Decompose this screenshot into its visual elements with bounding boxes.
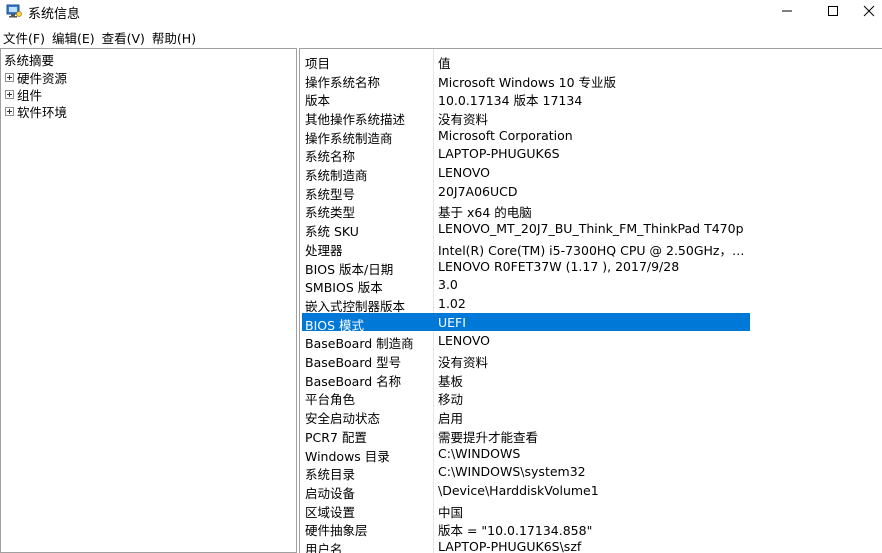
row-value: LENOVO <box>438 333 491 349</box>
table-row[interactable]: 其他操作系统描述 没有资料 <box>302 107 750 127</box>
row-value: UEFI <box>438 314 466 330</box>
system-info-icon <box>6 4 22 18</box>
table-row[interactable]: 系统制造商 LENOVO <box>302 163 750 183</box>
row-value: Microsoft Corporation <box>438 127 573 143</box>
row-value: 1.02 <box>438 295 466 311</box>
row-value: LENOVO <box>438 165 491 180</box>
menu-view[interactable]: 查看(V) <box>99 26 149 46</box>
list-header: 项目 值 <box>300 51 750 71</box>
row-value: LAPTOP-PHUGUK6S\szf <box>438 539 582 553</box>
table-row[interactable]: 版本 10.0.17134 版本 17134 <box>302 88 750 108</box>
row-value: \Device\HarddiskVolume1 <box>438 482 599 498</box>
tree-item-label: 系统摘要 <box>4 53 55 68</box>
minimize-icon <box>781 5 793 20</box>
tree-item-software-environment[interactable]: 软件环境 <box>5 103 67 120</box>
tree-item-components[interactable]: 组件 <box>5 86 42 103</box>
table-row[interactable]: Windows 目录 C:\WINDOWS <box>302 444 750 464</box>
expand-icon[interactable] <box>5 107 14 116</box>
row-value: C:\WINDOWS <box>438 445 521 461</box>
maximize-button[interactable] <box>810 0 856 24</box>
table-row[interactable]: 安全启动状态 启用 <box>302 406 750 426</box>
menu-file[interactable]: 文件(F) <box>0 26 49 46</box>
table-row[interactable]: 系统类型 基于 x64 的电脑 <box>302 200 750 220</box>
table-row[interactable]: 系统目录 C:\WINDOWS\system32 <box>302 462 750 482</box>
menu-bar: 文件(F) 编辑(E) 查看(V) 帮助(H) <box>0 26 882 46</box>
tree-item-label: 软件环境 <box>17 105 68 120</box>
details-list[interactable]: 项目 值 操作系统名称 Microsoft Windows 10 专业版 版本 10.… <box>299 48 882 553</box>
row-value: LENOVO_MT_20J7_BU_Think_FM_ThinkPad T470… <box>438 221 744 237</box>
table-row[interactable]: 系统名称 LAPTOP-PHUGUK6S <box>302 144 750 164</box>
category-tree[interactable]: 系统摘要 硬件资源 组件 软件环境 <box>0 48 297 553</box>
menu-edit[interactable]: 编辑(E) <box>49 26 99 46</box>
table-row[interactable]: 操作系统名称 Microsoft Windows 10 专业版 <box>302 70 750 90</box>
title-bar: 系统信息 <box>0 0 882 24</box>
row-value: 20J7A06UCD <box>438 183 518 199</box>
row-item: 用户名 <box>305 542 343 553</box>
table-row[interactable]: BaseBoard 型号 没有资料 <box>302 350 750 370</box>
row-value: 3.0 <box>438 277 458 293</box>
row-value: C:\WINDOWS\system32 <box>438 464 586 480</box>
row-value: LAPTOP-PHUGUK6S <box>438 146 560 162</box>
table-row[interactable]: BIOS 模式 UEFI <box>302 312 750 333</box>
close-icon <box>863 5 875 20</box>
table-row[interactable]: BaseBoard 制造商 LENOVO <box>302 331 750 351</box>
table-row[interactable]: 嵌入式控制器版本 1.02 <box>302 294 750 314</box>
table-row[interactable]: 处理器 Intel(R) Core(TM) i5-7300HQ CPU @ 2.5… <box>302 238 750 258</box>
menu-help[interactable]: 帮助(H) <box>149 26 200 46</box>
table-row[interactable]: 区域设置 中国 <box>302 500 750 520</box>
expand-icon[interactable] <box>5 90 14 99</box>
close-button[interactable] <box>856 0 882 24</box>
table-row[interactable]: 启动设备 \Device\HarddiskVolume1 <box>302 481 750 501</box>
table-row[interactable]: SMBIOS 版本 3.0 <box>302 275 750 295</box>
table-row[interactable]: 平台角色 移动 <box>302 387 750 407</box>
tree-item-hardware-resources[interactable]: 硬件资源 <box>5 69 67 86</box>
window-title: 系统信息 <box>28 7 81 22</box>
table-row[interactable]: BaseBoard 名称 基板 <box>302 369 750 389</box>
table-row[interactable]: 硬件抽象层 版本 = "10.0.17134.858" <box>302 518 750 538</box>
minimize-button[interactable] <box>764 0 810 24</box>
maximize-icon <box>827 5 839 20</box>
table-row[interactable]: 系统 SKU LENOVO_MT_20J7_BU_Think_FM_ThinkPa… <box>302 219 750 239</box>
tree-item-system-summary[interactable]: 系统摘要 <box>4 51 54 68</box>
row-value: LENOVO R0FET37W (1.17 ), 2017/9/28 <box>438 258 680 274</box>
table-row[interactable]: BIOS 版本/日期 LENOVO R0FET37W (1.17 ), 2017/… <box>302 257 750 277</box>
table-row[interactable]: 操作系统制造商 Microsoft Corporation <box>302 126 750 146</box>
table-row[interactable]: PCR7 配置 需要提升才能查看 <box>302 425 750 445</box>
expand-icon[interactable] <box>5 73 14 82</box>
table-row[interactable]: 用户名 LAPTOP-PHUGUK6S\szf <box>302 537 750 553</box>
table-row[interactable]: 系统型号 20J7A06UCD <box>302 182 750 202</box>
